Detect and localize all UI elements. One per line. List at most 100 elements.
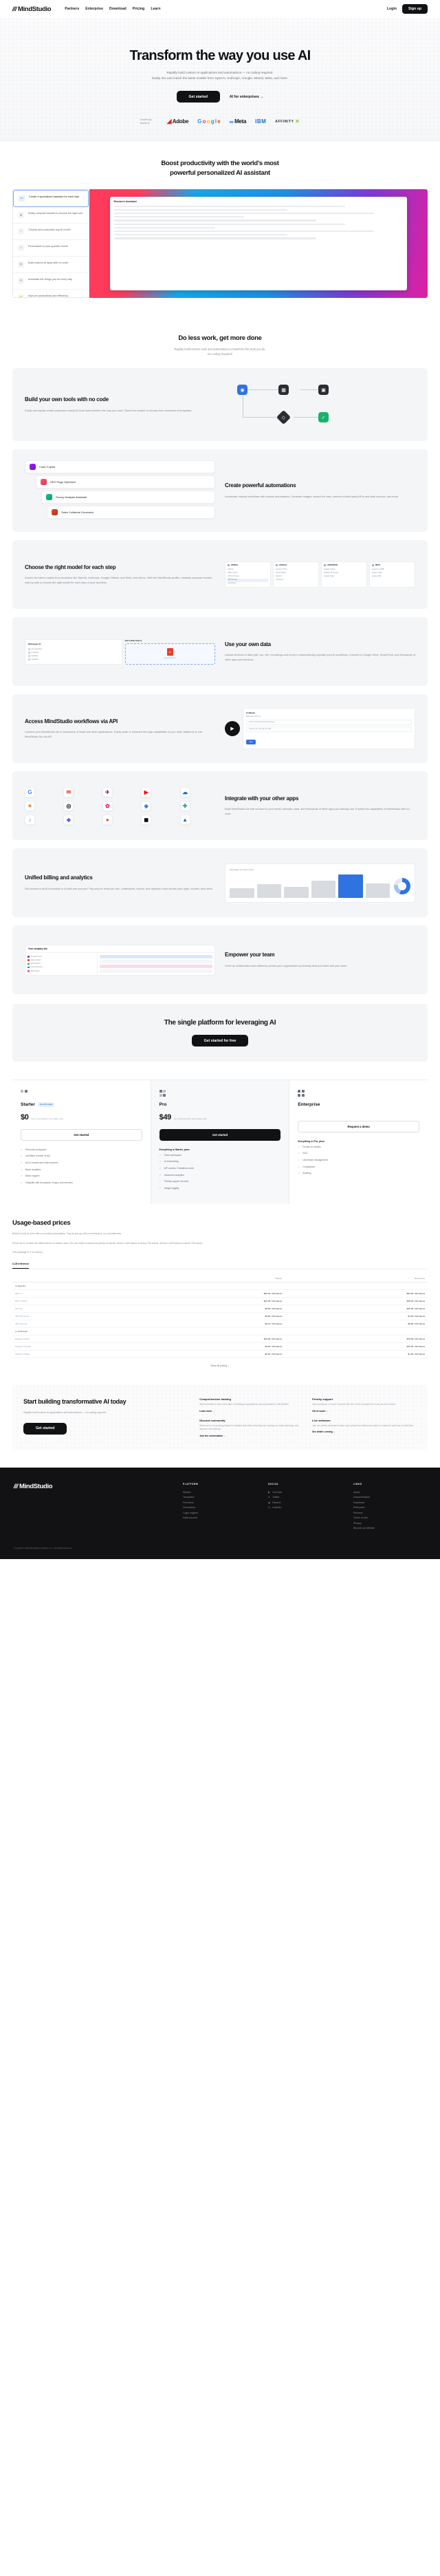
flow-node-input[interactable]: ◉ <box>237 385 248 396</box>
app-icon-slack[interactable]: ✈ <box>102 786 113 797</box>
tool-row[interactable]: SEO Page Optimizer <box>36 475 215 489</box>
nav-link-download[interactable]: Download <box>109 7 126 11</box>
api-key-label: MindStudio API Key <box>246 716 261 718</box>
app-icon-notion[interactable]: ◎ <box>63 800 74 811</box>
assistant-item-4[interactable]: ▤ Build custom AI apps with no code <box>13 257 89 273</box>
footer-link-documentation[interactable]: Documentation <box>353 1495 426 1501</box>
api-key-input[interactable]: sk-xxxxxxxxxxxxxxxxxxxxxxxxxxxxxx <box>246 720 412 726</box>
app-icon-airtable[interactable]: ◈ <box>141 800 152 811</box>
app-icon-x[interactable]: ◼ <box>141 814 152 825</box>
check-icon: ✓ <box>159 1186 162 1190</box>
model-item[interactable]: Llama 3 8B <box>372 575 412 579</box>
cta-card-link[interactable]: Get in touch → <box>312 1410 417 1413</box>
model-item[interactable]: o1-preview <box>228 582 268 586</box>
footer-link-logic-engines[interactable]: Logic engines <box>183 1511 256 1516</box>
assistant-item-0[interactable]: ▭ Create a specialized assistant for eac… <box>13 189 89 207</box>
footer-link-youtube[interactable]: ▶ YouTube <box>268 1490 341 1496</box>
footer-link-affiliate[interactable]: Become an Affiliate <box>353 1526 426 1532</box>
app-icon-dropbox[interactable]: ☁ <box>179 786 190 797</box>
model-item[interactable]: Gemma 2 <box>276 579 316 582</box>
file-dropzone[interactable]: P Drag & drop files <box>124 643 215 665</box>
workspace-row[interactable]: Variables <box>28 658 119 661</box>
footer-link-models[interactable]: Models <box>183 1490 256 1496</box>
cell-response: $15.00 / 1M tokens <box>285 1305 428 1313</box>
model-item[interactable]: Claude Haiku <box>324 575 364 579</box>
app-icon-gmail[interactable]: ✉ <box>63 786 74 797</box>
footer-link-generators[interactable]: Generators <box>183 1505 256 1511</box>
plan-cta-enterprise[interactable]: Request a demo <box>298 1120 420 1133</box>
footer-link-linkedin[interactable]: in LinkedIn <box>268 1505 341 1511</box>
checkbox-icon[interactable] <box>28 655 30 657</box>
flow-node-output[interactable]: ✓ <box>318 412 329 423</box>
login-link[interactable]: Login <box>387 7 397 11</box>
tool-row[interactable]: Code Copilot <box>25 460 215 474</box>
col-response: Response <box>285 1275 428 1283</box>
nav-link-learn[interactable]: Learn <box>151 7 160 11</box>
hero-enterprise-link[interactable]: AI for enterprises → <box>230 95 264 99</box>
model-item[interactable]: GPT-3.5 Turbo <box>228 575 268 579</box>
app-icon-discord[interactable]: ◆ <box>63 814 74 825</box>
play-icon[interactable]: ▶ <box>225 721 240 737</box>
footer-link-twitter[interactable]: ✕ Twitter <box>268 1495 341 1501</box>
app-icon-zapier[interactable]: ✦ <box>25 800 35 811</box>
cta-card-link[interactable]: See what's coming → <box>312 1430 417 1433</box>
plan-cta-starter[interactable]: Get started <box>21 1128 142 1141</box>
assistant-item-5[interactable]: ⚙ Automate the things you do every day <box>13 273 89 290</box>
provider-dot-icon <box>228 564 230 567</box>
footer-link-privacy[interactable]: Privacy <box>353 1521 426 1527</box>
signup-button[interactable]: Sign up <box>402 4 428 14</box>
footer-link-data-sources[interactable]: Data sources <box>183 1516 256 1521</box>
api-run-button[interactable]: Run <box>246 740 256 745</box>
nav-link-partners[interactable]: Partners <box>65 7 79 11</box>
flow-node-process[interactable]: ▦ <box>278 385 289 396</box>
team-side-row[interactable]: SEO Helper <box>28 969 95 973</box>
assistant-item-1[interactable]: ⧉ Easily compare models to choose the ri… <box>13 207 89 224</box>
footer-link-partners[interactable]: Partners <box>353 1511 426 1516</box>
plan-name: Pro <box>159 1102 167 1107</box>
tool-row[interactable]: Survey Analysis Assistant <box>41 491 215 504</box>
footer-link-download[interactable]: Download <box>353 1501 426 1506</box>
footer-link-functions[interactable]: Functions <box>183 1501 256 1506</box>
app-icon-spotify[interactable]: ♪ <box>25 814 35 825</box>
app-icon-figma[interactable]: ✿ <box>102 800 113 811</box>
brand-logo[interactable]: /// MindStudio <box>12 6 52 13</box>
flow-node-branch[interactable]: ▣ <box>318 385 329 396</box>
checkbox-icon[interactable] <box>28 652 30 654</box>
assistant-item-3[interactable]: ⇳ Personalize to your specific needs <box>13 240 89 257</box>
show-all-pricing-link[interactable]: Show all pricing ⌄ <box>12 1364 428 1367</box>
final-cta-button[interactable]: Get started <box>23 1422 67 1435</box>
tool-row[interactable]: Sales Collateral Generator <box>47 506 215 519</box>
provider-dot-icon <box>276 564 278 567</box>
api-config-card: Configure MindStudio API Key sk-xxxxxxxx… <box>243 708 415 750</box>
app-icon-linkedin[interactable]: ▲ <box>179 814 190 825</box>
footer-link-templates[interactable]: Templates <box>183 1495 256 1501</box>
tab-llm-inference[interactable]: LLM Inference <box>12 1263 30 1269</box>
cta-card-link[interactable]: Join the conversation → <box>199 1435 304 1437</box>
app-icon-youtube[interactable]: ▶ <box>141 786 152 797</box>
check-icon: ✓ <box>21 1174 23 1178</box>
checkbox-icon[interactable] <box>28 658 30 661</box>
cell-period: $0.50 / 1M tokens <box>142 1312 285 1321</box>
cell-model: GPT-3.5 Turbo <box>12 1312 142 1321</box>
footer-link-about[interactable]: About <box>353 1490 426 1496</box>
plan-cta-pro[interactable]: Get started <box>159 1128 281 1141</box>
nav-link-pricing[interactable]: Pricing <box>133 7 145 11</box>
app-icon-sheets[interactable]: ✚ <box>179 800 190 811</box>
api-endpoint-input[interactable]: Connect your app with your API… <box>246 727 412 733</box>
assistant-item-2[interactable]: ✧ Choose and customize any AI model <box>13 224 89 240</box>
footer-link-enterprise[interactable]: Enterprise <box>353 1505 426 1511</box>
footer-link-discord[interactable]: ◉ Discord <box>268 1501 341 1506</box>
app-icon-reddit[interactable]: ● <box>102 814 113 825</box>
code-icon <box>30 464 36 471</box>
checkbox-icon[interactable] <box>28 648 30 650</box>
cell-period: $30.00 / 1M tokens <box>142 1289 285 1298</box>
nav-link-enterprise[interactable]: Enterprise <box>85 7 103 11</box>
single-platform-button[interactable]: Get started for free <box>191 1035 249 1047</box>
assistant-item-label: Build custom AI apps with no code <box>28 261 68 264</box>
app-icon-google[interactable]: G <box>25 786 35 797</box>
cta-card-link[interactable]: Learn more → <box>199 1410 304 1413</box>
assistant-item-6[interactable]: ⚡ Improve productivity and efficiency <box>13 290 89 297</box>
footer-link-terms[interactable]: Terms of Use <box>353 1516 426 1521</box>
hero-get-started-button[interactable]: Get started <box>176 91 220 103</box>
flow-node-decision[interactable]: ◇ <box>276 410 292 425</box>
